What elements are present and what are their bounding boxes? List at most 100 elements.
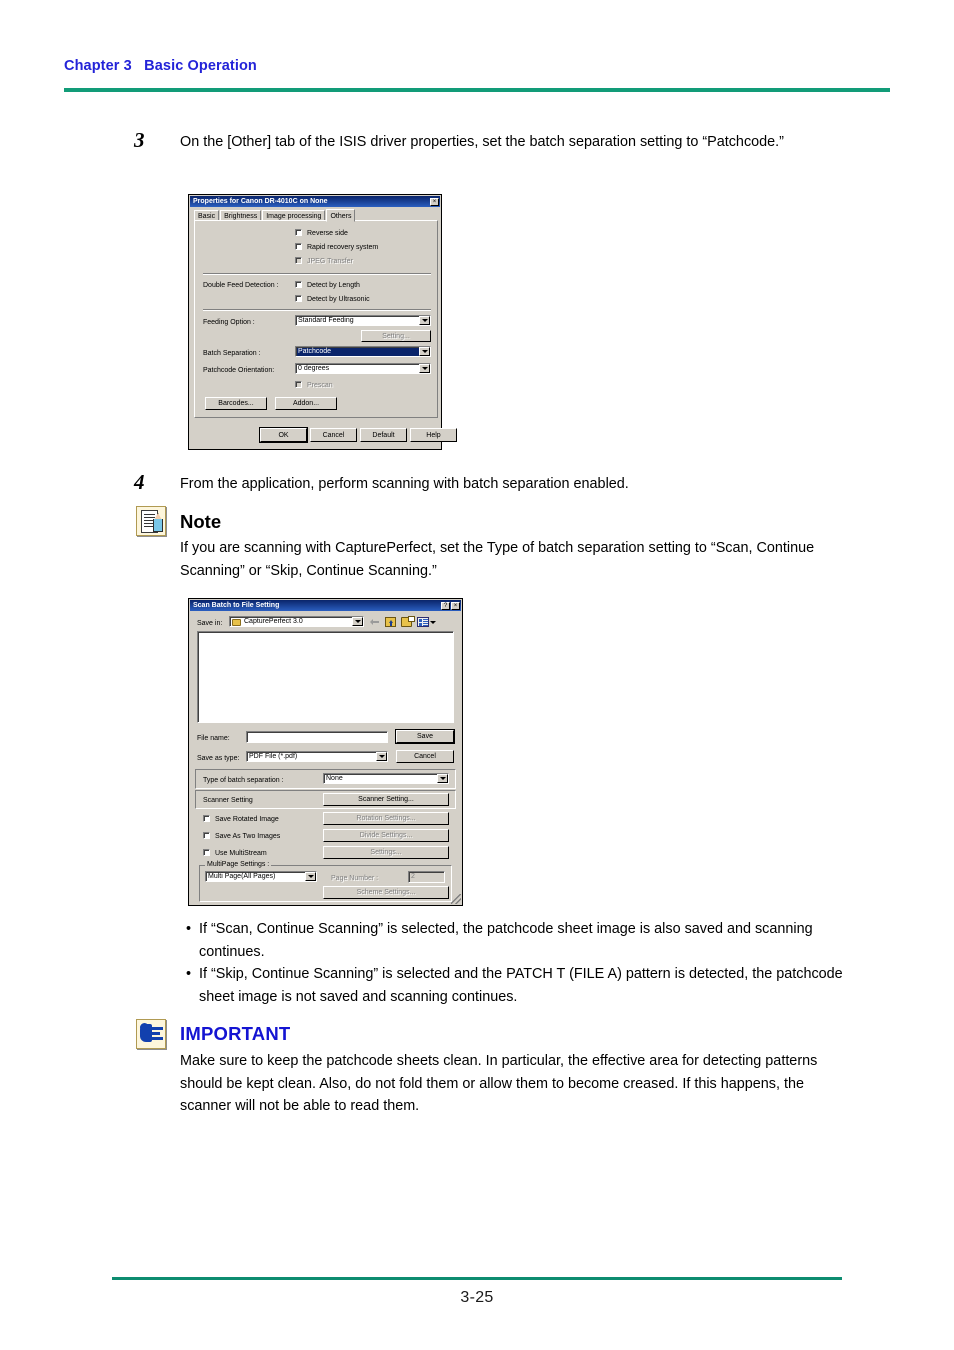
save-as-type-combo[interactable]: PDF File (*.pdf)	[246, 751, 388, 762]
header-chapter: Chapter 3	[64, 58, 132, 74]
divider-2	[203, 309, 431, 311]
important-thumb-shape	[140, 1023, 149, 1032]
cancel-button[interactable]: Cancel	[396, 750, 454, 763]
detect-by-length-checkbox[interactable]	[295, 281, 302, 288]
save-in-combo[interactable]: CapturePerfect 3.0	[229, 616, 364, 627]
save-rotated-image-checkbox[interactable]	[203, 815, 210, 822]
scanner-setting-button[interactable]: Scanner Setting...	[323, 793, 449, 806]
save-as-two-images-label: Save As Two Images	[215, 833, 281, 840]
chevron-down-icon[interactable]	[419, 364, 430, 373]
save-as-type-value: PDF File (*.pdf)	[249, 753, 298, 760]
divider-1	[203, 273, 431, 275]
save-button[interactable]: Save	[396, 730, 454, 743]
detect-by-ultrasonic-checkbox[interactable]	[295, 295, 302, 302]
scanner-setting-label: Scanner Setting	[203, 797, 253, 804]
resize-grip[interactable]	[451, 894, 461, 904]
note-document-pencil-icon	[136, 506, 166, 536]
important-text: Make sure to keep the patchcode sheets c…	[180, 1053, 818, 1114]
cancel-button[interactable]: Cancel	[310, 428, 357, 442]
prescan-checkbox	[295, 381, 302, 388]
divide-settings-button: Divide Settings...	[323, 829, 449, 842]
step-4-text: From the application, perform scanning w…	[180, 476, 629, 492]
default-button[interactable]: Default	[360, 428, 407, 442]
chevron-down-icon[interactable]	[305, 872, 316, 881]
help-icon[interactable]: ?	[441, 601, 450, 610]
running-header: Chapter 3 Basic Operation	[64, 58, 257, 74]
title-bar-buttons: ×	[430, 197, 439, 206]
dialog-title-text: Scan Batch to File Setting	[193, 601, 280, 610]
rapid-recovery-system-label: Rapid recovery system	[307, 244, 379, 251]
batch-separation-label: Batch Separation :	[203, 350, 261, 357]
addon-button[interactable]: Addon...	[275, 397, 337, 410]
ok-button[interactable]: OK	[260, 428, 307, 442]
chevron-down-icon[interactable]	[376, 752, 387, 761]
document-page: Chapter 3 Basic Operation 3 On the [Othe…	[0, 0, 954, 1350]
file-name-input[interactable]	[246, 731, 388, 743]
tab-others[interactable]: Others	[326, 209, 356, 222]
jpeg-transfer-label: JPEG Transfer	[307, 258, 353, 265]
rapid-recovery-system-checkbox[interactable]	[295, 243, 302, 250]
use-multistream-checkbox[interactable]	[203, 849, 210, 856]
step-3-text: On the [Other] tab of the ISIS driver pr…	[180, 134, 784, 150]
chevron-down-icon[interactable]	[419, 316, 430, 325]
multipage-combo[interactable]: Multi Page(All Pages)	[205, 871, 317, 882]
patchcode-orientation-label: Patchcode Orientation:	[203, 367, 275, 374]
scheme-settings-button: Scheme Settings...	[323, 886, 449, 899]
note-text: If you are scanning with CapturePerfect,…	[180, 540, 815, 579]
save-rotated-image-label: Save Rotated Image	[215, 816, 279, 823]
scan-batch-to-file-setting-dialog: Scan Batch to File Setting ? × Save in: …	[188, 598, 463, 906]
header-section: Basic Operation	[144, 58, 257, 74]
page-number: 3-25	[460, 1289, 494, 1306]
close-icon[interactable]: ×	[451, 601, 460, 610]
help-button[interactable]: Help	[410, 428, 457, 442]
isis-driver-properties-dialog: Properties for Canon DR-4010C on None × …	[188, 194, 457, 450]
step-4-number: 4	[134, 470, 145, 494]
detect-by-length-label: Detect by Length	[307, 282, 360, 289]
bullet-list: If “Scan, Continue Scanning” is selected…	[186, 918, 846, 1008]
close-icon[interactable]: ×	[430, 197, 439, 206]
step-3-number: 3	[134, 128, 145, 152]
reverse-side-checkbox[interactable]	[295, 229, 302, 236]
dialog-title-text: Properties for Canon DR-4010C on None	[193, 197, 328, 206]
note-pencil-body	[153, 519, 163, 532]
patchcode-orientation-combo[interactable]: 0 degrees	[295, 363, 431, 374]
reverse-side-label: Reverse side	[307, 230, 348, 237]
page-number-value: 2	[411, 873, 415, 880]
important-title: IMPORTANT	[180, 1023, 291, 1044]
save-as-type-label: Save as type:	[197, 755, 240, 762]
views-chevron-down-icon[interactable]	[430, 621, 436, 624]
prescan-label: Prescan	[307, 382, 333, 389]
file-list[interactable]	[197, 631, 454, 723]
footer-rule	[112, 1277, 842, 1280]
detect-by-ultrasonic-label: Detect by Ultrasonic	[307, 296, 370, 303]
dialog-title-bar: Properties for Canon DR-4010C on None ×	[190, 196, 440, 207]
chevron-down-icon[interactable]	[437, 774, 448, 783]
list-item: If “Skip, Continue Scanning” is selected…	[186, 963, 846, 1008]
multistream-settings-button: Settings...	[323, 846, 449, 859]
dialog-title-bar: Scan Batch to File Setting ? ×	[190, 600, 461, 611]
type-of-batch-separation-combo[interactable]: None	[323, 773, 449, 784]
chevron-down-icon[interactable]	[419, 347, 430, 356]
rotation-settings-button: Rotation Settings...	[323, 812, 449, 825]
create-new-folder-icon[interactable]	[401, 616, 415, 627]
list-item: If “Scan, Continue Scanning” is selected…	[186, 918, 846, 963]
save-in-label: Save in:	[197, 620, 223, 627]
feeding-option-combo[interactable]: Standard Feeding	[295, 315, 431, 326]
up-one-level-icon[interactable]	[385, 617, 396, 627]
double-feed-detection-label: Double Feed Detection :	[203, 282, 279, 289]
use-multistream-label: Use MultiStream	[215, 850, 267, 857]
chevron-down-icon[interactable]	[352, 617, 363, 626]
back-arrow-icon[interactable]	[370, 619, 379, 625]
multipage-settings-group-label: MultiPage Settings :	[205, 861, 272, 869]
important-hand-icon	[136, 1019, 166, 1049]
barcodes-button[interactable]: Barcodes...	[205, 397, 267, 410]
batch-separation-value: Patchcode	[298, 348, 332, 355]
setting-button: Setting...	[361, 330, 431, 342]
views-icon[interactable]	[417, 617, 429, 627]
type-of-batch-separation-label: Type of batch separation :	[203, 777, 284, 784]
folder-icon	[232, 619, 241, 626]
save-in-value: CapturePerfect 3.0	[244, 618, 303, 625]
feeding-option-value: Standard Feeding	[298, 317, 354, 324]
save-as-two-images-checkbox[interactable]	[203, 832, 210, 839]
batch-separation-combo[interactable]: Patchcode	[295, 346, 431, 357]
